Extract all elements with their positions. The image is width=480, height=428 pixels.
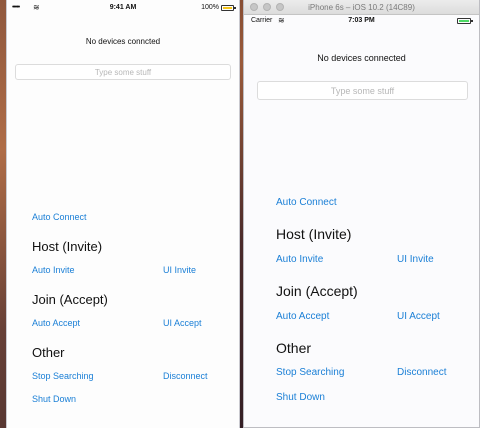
battery-percent: 100% (201, 4, 219, 11)
auto-accept-button[interactable]: Auto Accept (276, 311, 329, 322)
auto-connect-button[interactable]: Auto Connect (276, 197, 337, 208)
simulator-window: iPhone 6s – iOS 10.2 (14C89) Carrier ≋ 7… (243, 0, 480, 428)
window-title: iPhone 6s – iOS 10.2 (14C89) (308, 3, 415, 12)
status-bar: ••••• ≋ 9:41 AM 100% (7, 0, 239, 16)
auto-accept-button[interactable]: Auto Accept (32, 318, 80, 328)
auto-invite-button[interactable]: Auto Invite (32, 265, 75, 275)
stop-searching-button[interactable]: Stop Searching (32, 371, 94, 381)
connection-status-label: No devices conncted (85, 37, 161, 46)
auto-connect-button[interactable]: Auto Connect (32, 212, 87, 222)
other-section-heading: Other (32, 345, 65, 360)
status-bar: Carrier ≋ 7:03 PM (244, 15, 479, 27)
ui-accept-button[interactable]: UI Accept (163, 318, 202, 328)
shut-down-button[interactable]: Shut Down (276, 392, 325, 403)
host-section-heading: Host (Invite) (32, 239, 103, 254)
ui-invite-button[interactable]: UI Invite (397, 254, 434, 265)
stop-searching-button[interactable]: Stop Searching (276, 367, 344, 378)
text-input[interactable] (15, 64, 231, 80)
disconnect-button[interactable]: Disconnect (397, 367, 446, 378)
join-section-heading: Join (Accept) (276, 283, 358, 299)
text-input[interactable] (257, 81, 468, 100)
battery-icon (221, 5, 236, 11)
disconnect-button[interactable]: Disconnect (163, 371, 208, 381)
connection-status-label: No devices connected (317, 53, 406, 63)
other-section-heading: Other (276, 340, 312, 356)
window-titlebar: iPhone 6s – iOS 10.2 (14C89) (244, 0, 479, 15)
ui-invite-button[interactable]: UI Invite (163, 265, 196, 275)
ui-accept-button[interactable]: UI Accept (397, 311, 440, 322)
status-time: 7:03 PM (348, 17, 375, 24)
host-section-heading: Host (Invite) (276, 226, 352, 242)
left-device-screen: ••••• ≋ 9:41 AM 100% No devices conncted… (6, 0, 240, 428)
join-section-heading: Join (Accept) (32, 292, 108, 307)
shut-down-button[interactable]: Shut Down (32, 394, 76, 404)
battery-icon (457, 18, 473, 24)
auto-invite-button[interactable]: Auto Invite (276, 254, 323, 265)
